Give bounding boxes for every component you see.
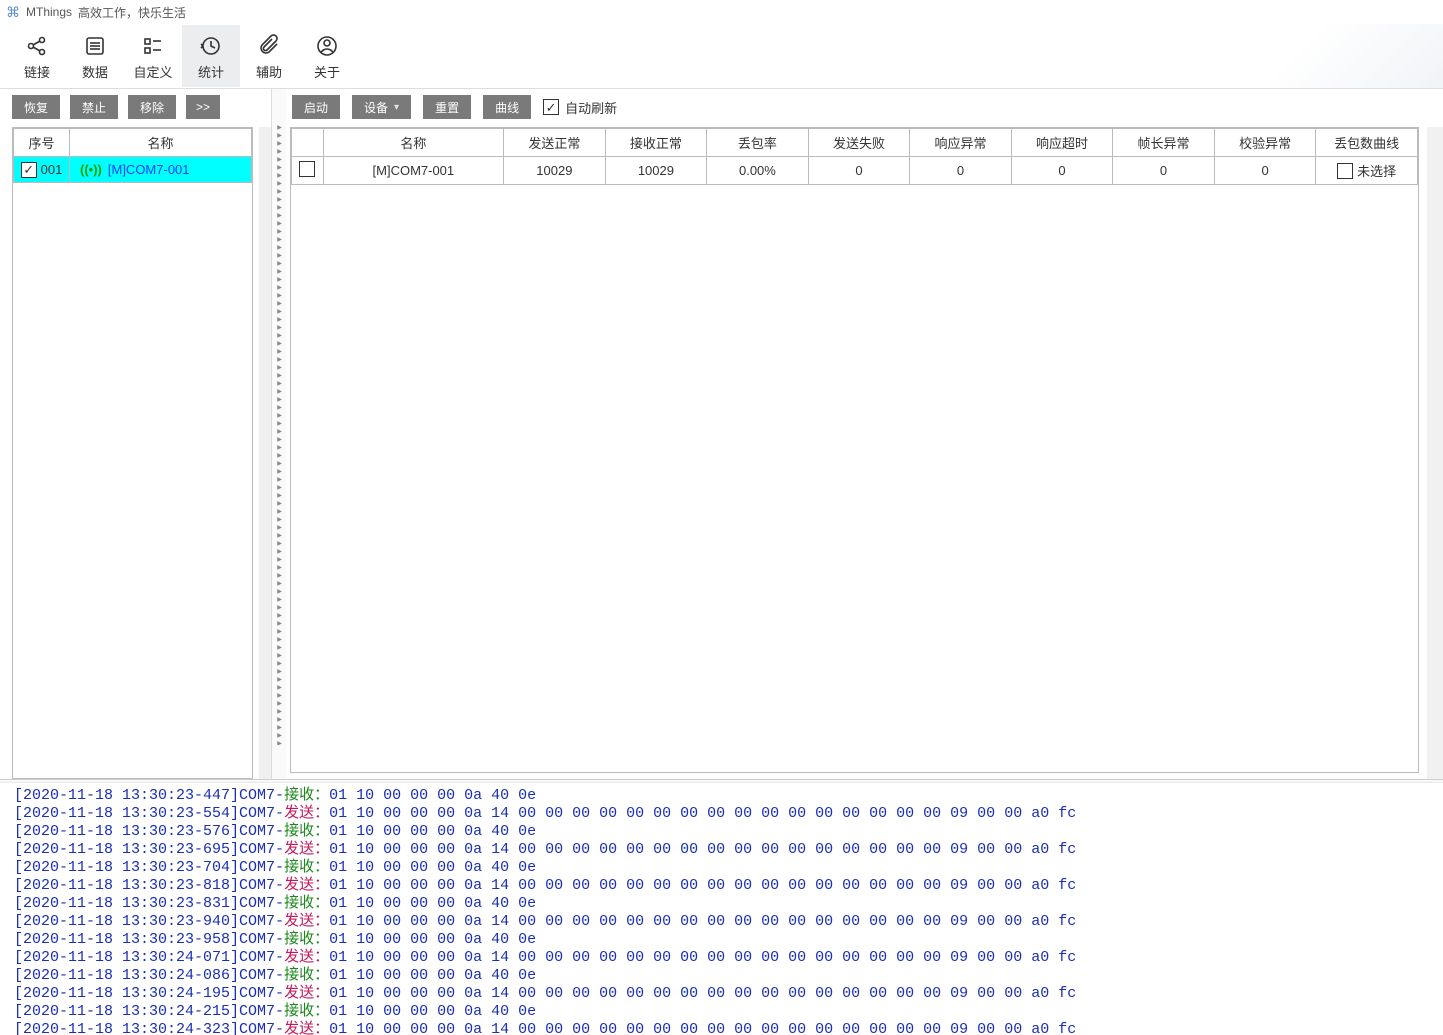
left-scrollbar[interactable] [259, 127, 271, 779]
stats-table: 名称 发送正常 接收正常 丢包率 发送失败 响应异常 响应超时 帧长异常 校验异… [291, 128, 1418, 185]
stats-table-wrap: 名称 发送正常 接收正常 丢包率 发送失败 响应异常 响应超时 帧长异常 校验异… [290, 127, 1419, 773]
splitter-handle-icon: ▶▶▶▶▶▶▶▶▶▶▶▶▶▶▶▶▶▶▶▶▶▶▶▶▶▶▶▶▶▶▶▶▶▶▶▶▶▶▶▶… [276, 124, 282, 745]
row-checkbox[interactable] [299, 161, 315, 177]
toolbar-item-stats[interactable]: 统计 [182, 25, 240, 87]
toolbar-item-label: 统计 [198, 62, 224, 81]
stats-row[interactable]: [M]COM7-00110029100290.00%00000未选择 [292, 157, 1418, 185]
restore-button[interactable]: 恢复 [12, 95, 60, 119]
list-icon [83, 32, 107, 60]
curve-checkbox[interactable] [1337, 163, 1353, 179]
col-resp-err[interactable]: 响应异常 [910, 129, 1012, 157]
share-icon [25, 32, 49, 60]
cell-recv-ok: 10029 [605, 157, 707, 185]
signal-icon: ((•)) [80, 162, 102, 177]
reset-button[interactable]: 重置 [423, 95, 471, 119]
app-name: MThings [26, 5, 72, 19]
left-button-row: 恢复 禁止 移除 >> [0, 89, 271, 127]
cell-send-fail: 0 [808, 157, 910, 185]
cell-resp-err: 0 [910, 157, 1012, 185]
remove-button[interactable]: 移除 [128, 95, 176, 119]
device-dropdown-button[interactable]: 设备 [352, 95, 411, 119]
auto-refresh-checkbox[interactable]: 自动刷新 [543, 98, 617, 117]
col-name[interactable]: 名称 [70, 129, 252, 157]
right-panel: 启动 设备 重置 曲线 自动刷新 [286, 89, 1443, 779]
app-logo-icon: ⌘ [6, 4, 20, 21]
history-icon [199, 32, 223, 60]
row-checkbox[interactable] [21, 162, 37, 178]
checklist-icon [141, 32, 165, 60]
forbid-button[interactable]: 禁止 [70, 95, 118, 119]
toolbar-item-link[interactable]: 链接 [8, 25, 66, 87]
device-row[interactable]: 001 ((•)) [M]COM7-001 [14, 157, 252, 183]
toolbar-item-custom[interactable]: 自定义 [124, 25, 182, 87]
col-loss-curve[interactable]: 丢包数曲线 [1316, 129, 1418, 157]
main-toolbar: 链接 数据 自定义 统计 辅助 关于 [0, 24, 1443, 88]
cell-name: [M]COM7-001 [323, 157, 504, 185]
expand-button[interactable]: >> [186, 95, 220, 119]
toolbar-item-about[interactable]: 关于 [298, 25, 356, 87]
main-content: 恢复 禁止 移除 >> 序号 名称 001 ((•)) [M]COM7-001 [0, 88, 1443, 779]
device-name: [M]COM7-001 [108, 162, 190, 177]
right-scrollbar[interactable] [1427, 127, 1443, 779]
col-recv-ok[interactable]: 接收正常 [605, 129, 707, 157]
left-panel: 恢复 禁止 移除 >> 序号 名称 001 ((•)) [M]COM7-001 [0, 89, 272, 779]
titlebar: ⌘ MThings 高效工作，快乐生活 [0, 0, 1443, 24]
auto-refresh-label: 自动刷新 [565, 98, 617, 117]
cell-crc-err: 0 [1214, 157, 1316, 185]
toolbar-decoration [1043, 24, 1443, 88]
vertical-splitter[interactable]: ▶▶▶▶▶▶▶▶▶▶▶▶▶▶▶▶▶▶▶▶▶▶▶▶▶▶▶▶▶▶▶▶▶▶▶▶▶▶▶▶… [272, 89, 286, 779]
col-crc-err[interactable]: 校验异常 [1214, 129, 1316, 157]
right-button-row: 启动 设备 重置 曲线 自动刷新 [286, 89, 1443, 127]
col-send-ok[interactable]: 发送正常 [504, 129, 606, 157]
toolbar-item-label: 数据 [82, 62, 108, 81]
cell-frame-err: 0 [1113, 157, 1215, 185]
toolbar-item-label: 链接 [24, 62, 50, 81]
toolbar-item-assist[interactable]: 辅助 [240, 25, 298, 87]
cell-loss-rate: 0.00% [707, 157, 809, 185]
toolbar-item-label: 辅助 [256, 62, 282, 81]
toolbar-item-label: 自定义 [133, 62, 172, 81]
cell-send-ok: 10029 [504, 157, 606, 185]
device-list-table: 序号 名称 001 ((•)) [M]COM7-001 [12, 127, 253, 779]
col-seq[interactable]: 序号 [14, 129, 70, 157]
col-frame-err[interactable]: 帧长异常 [1113, 129, 1215, 157]
app-slogan: 高效工作，快乐生活 [78, 4, 186, 21]
col-name[interactable]: 名称 [323, 129, 504, 157]
log-panel[interactable]: [2020-11-18 13:30:23-447]COM7-接收：01 10 0… [0, 783, 1443, 1035]
col-loss-rate[interactable]: 丢包率 [707, 129, 809, 157]
checkbox-icon [543, 99, 559, 115]
start-button[interactable]: 启动 [292, 95, 340, 119]
row-seq: 001 [41, 162, 63, 177]
col-resp-timeout[interactable]: 响应超时 [1011, 129, 1113, 157]
clip-icon [257, 32, 281, 60]
col-check[interactable] [292, 129, 324, 157]
col-send-fail[interactable]: 发送失败 [808, 129, 910, 157]
user-icon [315, 32, 339, 60]
toolbar-item-data[interactable]: 数据 [66, 25, 124, 87]
toolbar-item-label: 关于 [314, 62, 340, 81]
cell-resp-timeout: 0 [1011, 157, 1113, 185]
cell-loss-curve: 未选择 [1357, 161, 1396, 180]
curve-button[interactable]: 曲线 [483, 95, 531, 119]
